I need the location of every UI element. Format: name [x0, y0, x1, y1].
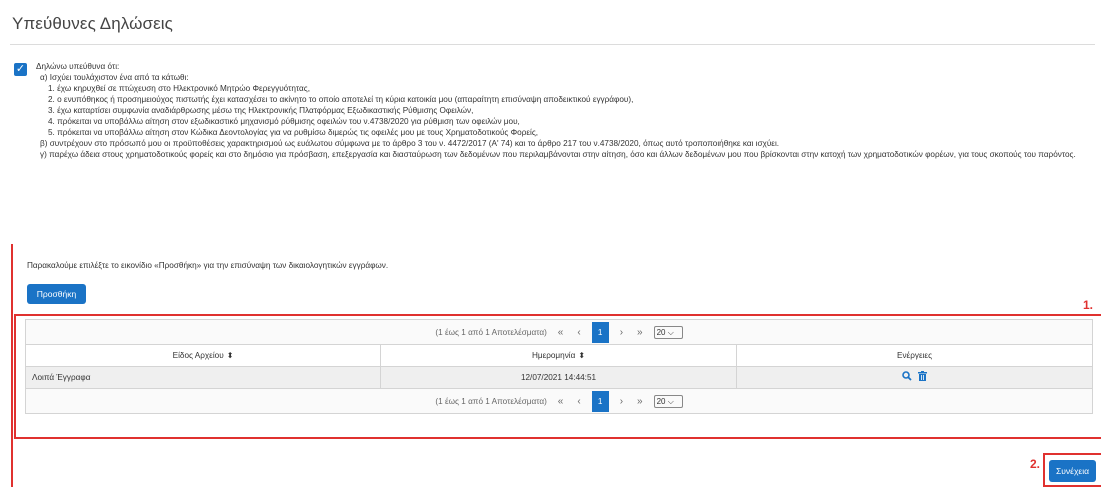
title-divider	[10, 44, 1095, 45]
page-size-select[interactable]: 20 ⌵	[653, 325, 683, 339]
annotation-step-1: 1.	[1083, 298, 1094, 312]
page-size-value: 20	[656, 396, 666, 406]
column-header-actions: Ενέργειες	[735, 344, 1094, 367]
last-page-icon[interactable]: »	[634, 396, 646, 407]
attachments-hint: Παρακαλούμε επιλέξτε το εικονίδιο «Προσθ…	[27, 261, 389, 270]
table-header: Είδος Αρχείου ⬍ Ημερομηνία ⬍ Ενέργειες	[25, 344, 1094, 367]
last-page-icon[interactable]: »	[634, 327, 646, 338]
page-size-select[interactable]: 20 ⌵	[653, 394, 683, 408]
annotation-step-2: 2.	[1030, 457, 1041, 471]
cell-actions	[735, 366, 1094, 389]
declaration-line: β) συντρέχουν στο πρόσωπό μου οι προϋποθ…	[40, 139, 780, 148]
prev-page-icon[interactable]: ‹	[574, 396, 583, 407]
declaration-line: 3. έχω καταρτίσει συμφωνία αναδιάρθρωσης…	[48, 106, 474, 115]
chevron-down-icon: ⌵	[667, 396, 674, 406]
sort-icon[interactable]: ⬍	[227, 351, 234, 360]
declaration-line: γ) παρέχω άδεια στους χρηματοδοτικούς φο…	[40, 150, 1076, 159]
next-button[interactable]: Συνέχεια	[1049, 460, 1096, 482]
sort-icon[interactable]: ⬍	[578, 351, 585, 360]
prev-page-icon[interactable]: ‹	[574, 327, 583, 338]
cell-type: Λοιπά Έγγραφα	[25, 366, 381, 389]
pager-bottom: (1 έως 1 από 1 Αποτελέσματα) « ‹ 1 › » 2…	[24, 388, 1094, 414]
first-page-icon[interactable]: «	[555, 396, 567, 407]
current-page-button[interactable]: 1	[591, 390, 609, 412]
pager-summary: (1 έως 1 από 1 Αποτελέσματα)	[435, 396, 547, 406]
page-title: Υπεύθυνες Δηλώσεις	[12, 14, 173, 33]
page-size-value: 20	[656, 327, 666, 337]
delete-trash-icon[interactable]	[918, 371, 928, 384]
declaration-line: 5. πρόκειται να υποβάλλω αίτηση στον Κώδ…	[48, 128, 539, 137]
cell-date: 12/07/2021 14:44:51	[380, 366, 737, 389]
add-attachment-button[interactable]: Προσθήκη	[27, 284, 86, 304]
annotation-left-marker	[11, 244, 13, 487]
declaration-text: Δηλώνω υπεύθυνα ότι: α) Ισχύει τουλάχιστ…	[36, 61, 1076, 160]
table-row: Λοιπά Έγγραφα 12/07/2021 14:44:51	[25, 366, 1094, 389]
column-header-label: Είδος Αρχείου	[172, 351, 224, 360]
declaration-line: 2. ο ενυπόθηκος ή προσημειούχος πιστωτής…	[48, 95, 634, 104]
declaration-line: α) Ισχύει τουλάχιστον ένα από τα κάτωθι:	[40, 73, 189, 82]
first-page-icon[interactable]: «	[555, 327, 567, 338]
declaration-checkbox[interactable]: ✓	[14, 63, 27, 76]
next-page-icon[interactable]: ›	[617, 327, 626, 338]
current-page-button[interactable]: 1	[591, 321, 609, 343]
column-header-type[interactable]: Είδος Αρχείου ⬍	[25, 344, 381, 367]
declaration-line: 4. πρόκειται να υποβάλλω αίτηση στον εξω…	[48, 117, 520, 126]
column-header-date[interactable]: Ημερομηνία ⬍	[380, 344, 737, 367]
pager-summary: (1 έως 1 από 1 Αποτελέσματα)	[435, 327, 547, 337]
next-page-icon[interactable]: ›	[617, 396, 626, 407]
chevron-down-icon: ⌵	[667, 327, 674, 337]
pager-top: (1 έως 1 από 1 Αποτελέσματα) « ‹ 1 › » 2…	[24, 319, 1094, 345]
declaration-line: Δηλώνω υπεύθυνα ότι:	[36, 62, 120, 71]
declaration-line: 1. έχω κηρυχθεί σε πτώχευση στο Ηλεκτρον…	[48, 84, 310, 93]
view-search-icon[interactable]	[902, 371, 912, 384]
attachments-table: (1 έως 1 από 1 Αποτελέσματα) « ‹ 1 › » 2…	[24, 319, 1094, 414]
column-header-label: Ημερομηνία	[531, 351, 576, 360]
